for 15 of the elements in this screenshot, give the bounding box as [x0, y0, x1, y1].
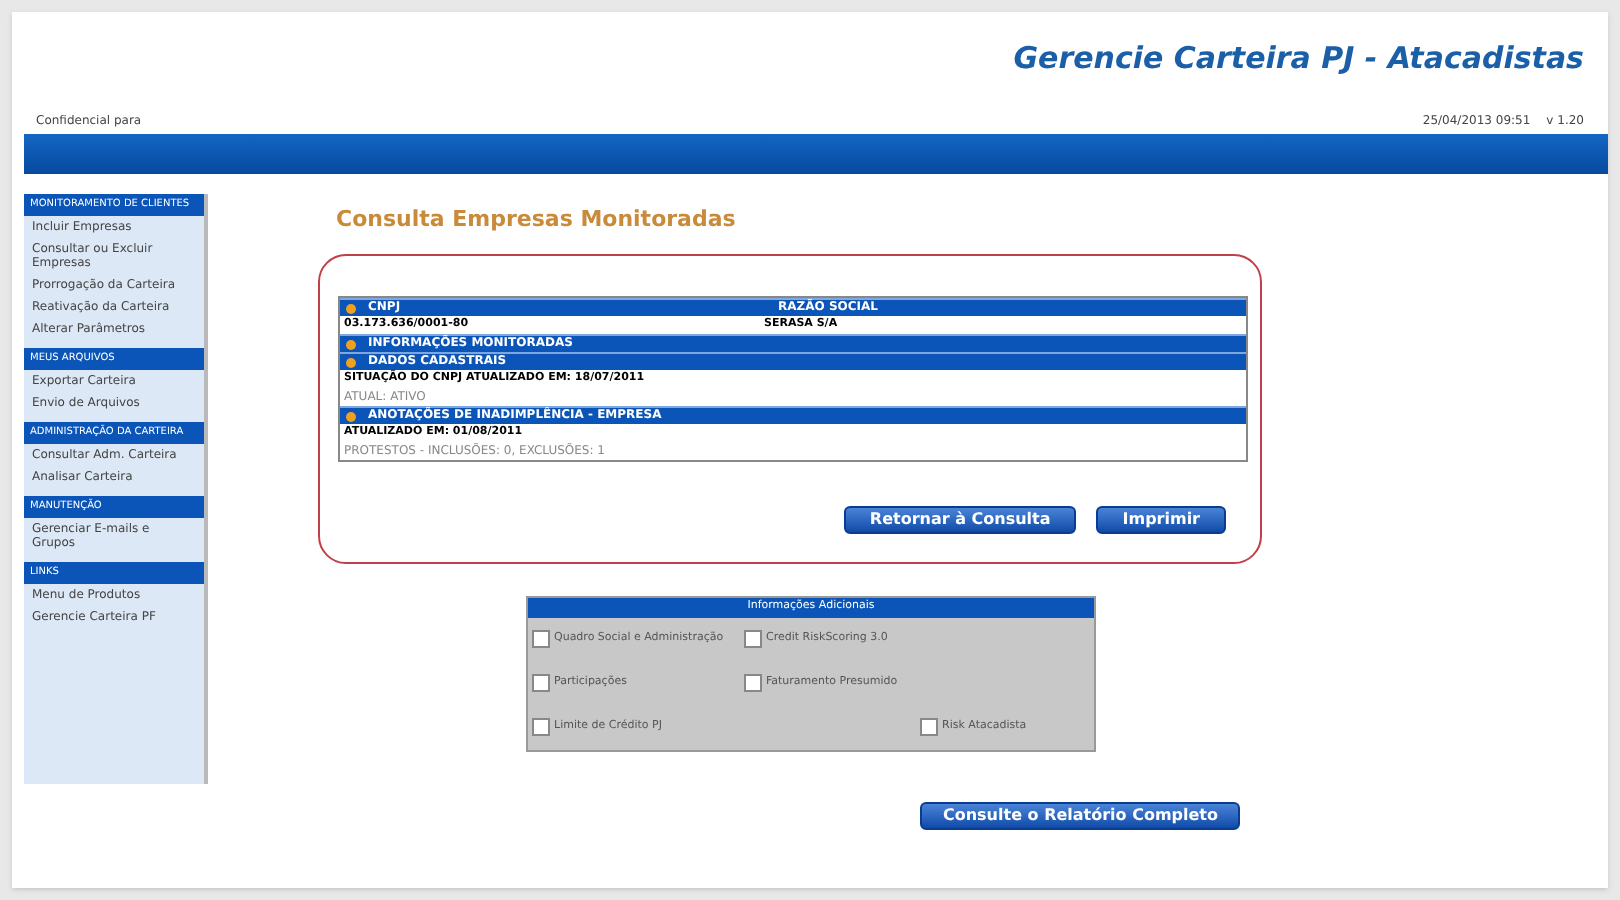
bullet-icon	[346, 339, 356, 349]
app-title: Gerencie Carteira PJ - Atacadistas	[1013, 44, 1584, 74]
checkbox[interactable]	[920, 718, 938, 736]
action-button[interactable]: Consulte o Relatório Completo	[920, 801, 1240, 829]
checkbox[interactable]	[532, 674, 550, 692]
bullet-icon	[346, 357, 356, 367]
action-button[interactable]: Retornar à Consulta	[843, 506, 1077, 534]
action-button[interactable]: Imprimir	[1096, 506, 1226, 534]
checkbox[interactable]	[744, 630, 762, 648]
checkbox[interactable]	[744, 674, 762, 692]
checkbox[interactable]	[532, 718, 550, 736]
page-title: Consulta Empresas Monitoradas	[336, 208, 738, 230]
checkbox[interactable]	[532, 630, 550, 648]
bullet-icon	[346, 411, 356, 421]
bullet-icon	[346, 303, 356, 313]
